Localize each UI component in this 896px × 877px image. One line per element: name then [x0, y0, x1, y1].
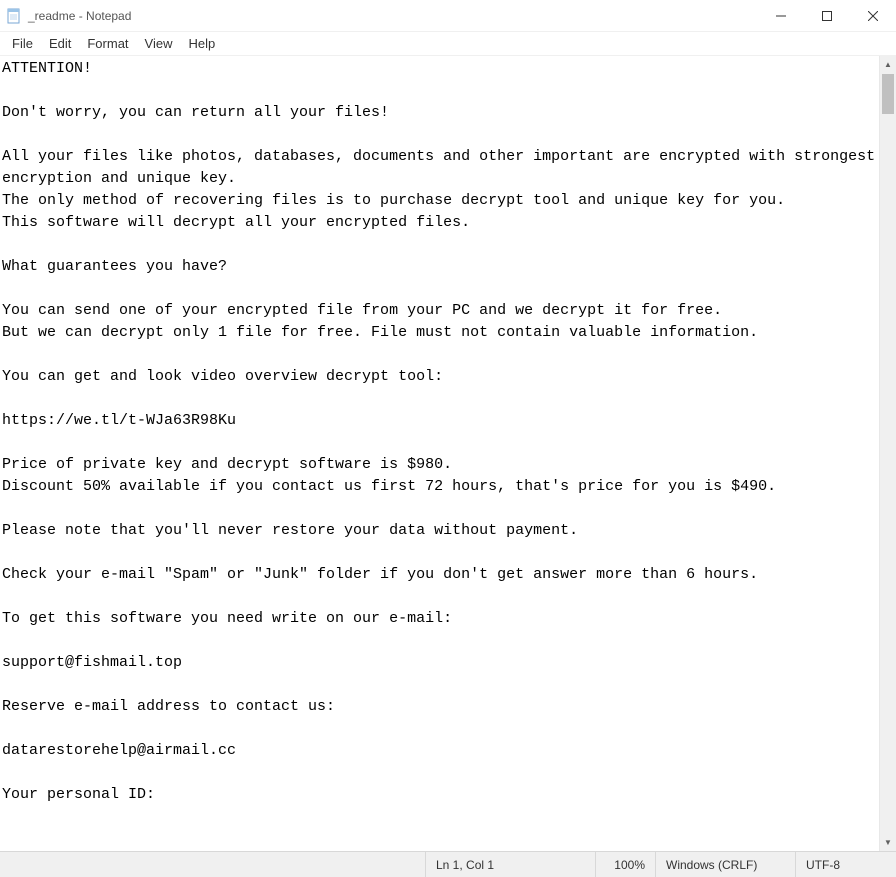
- status-zoom: 100%: [596, 852, 656, 877]
- scroll-down-arrow[interactable]: ▼: [880, 834, 896, 851]
- maximize-button[interactable]: [804, 0, 850, 31]
- statusbar: Ln 1, Col 1 100% Windows (CRLF) UTF-8: [0, 851, 896, 877]
- scrollbar-thumb[interactable]: [882, 74, 894, 114]
- status-position: Ln 1, Col 1: [426, 852, 596, 877]
- minimize-button[interactable]: [758, 0, 804, 31]
- document-text[interactable]: ATTENTION! Don't worry, you can return a…: [2, 58, 894, 806]
- menu-file[interactable]: File: [4, 34, 41, 53]
- status-line-ending: Windows (CRLF): [656, 852, 796, 877]
- titlebar[interactable]: _readme - Notepad: [0, 0, 896, 32]
- close-button[interactable]: [850, 0, 896, 31]
- scroll-up-arrow[interactable]: ▲: [880, 56, 896, 73]
- window-title: _readme - Notepad: [28, 9, 758, 23]
- notepad-icon: [6, 8, 22, 24]
- menubar: File Edit Format View Help: [0, 32, 896, 56]
- status-encoding: UTF-8: [796, 852, 896, 877]
- menu-edit[interactable]: Edit: [41, 34, 79, 53]
- text-area[interactable]: ATTENTION! Don't worry, you can return a…: [0, 56, 896, 851]
- menu-help[interactable]: Help: [180, 34, 223, 53]
- status-spacer: [0, 852, 426, 877]
- menu-format[interactable]: Format: [79, 34, 136, 53]
- vertical-scrollbar[interactable]: ▲ ▼: [879, 56, 896, 851]
- window-controls: [758, 0, 896, 31]
- menu-view[interactable]: View: [137, 34, 181, 53]
